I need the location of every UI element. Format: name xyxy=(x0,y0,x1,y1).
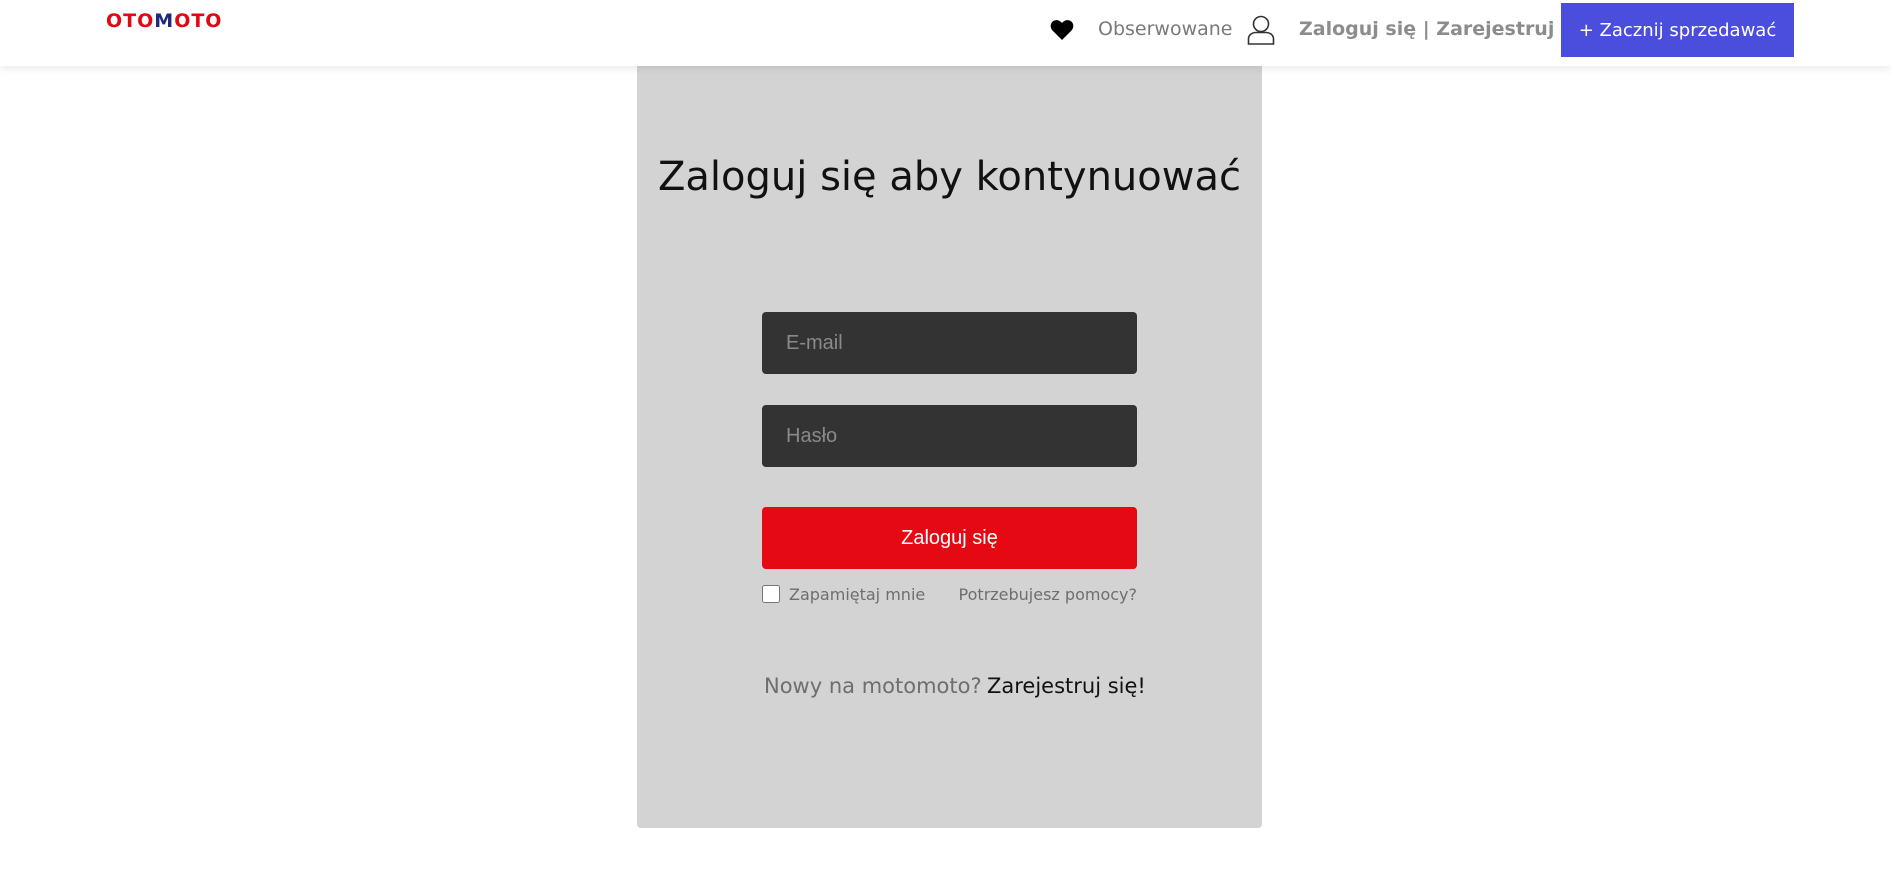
remember-me-checkbox[interactable] xyxy=(762,585,780,603)
login-button[interactable]: Zaloguj się xyxy=(762,507,1137,569)
help-link[interactable]: Potrzebujesz pomocy? xyxy=(955,585,1137,604)
otomoto-logo[interactable]: OTOMOTO xyxy=(106,10,222,32)
remember-me-label[interactable]: Zapamiętaj mnie xyxy=(789,585,925,604)
heart-icon[interactable] xyxy=(1050,19,1074,41)
login-register-link[interactable]: Zaloguj się | Zarejestruj się xyxy=(1299,18,1592,40)
new-user-text: Nowy na motomoto? xyxy=(764,674,982,698)
top-navbar: OTOMOTO Obserwowane Zaloguj się | Zareje… xyxy=(0,0,1892,66)
email-field[interactable] xyxy=(762,312,1137,374)
login-card: Zaloguj się aby kontynuować Zaloguj się … xyxy=(637,60,1262,828)
user-icon[interactable] xyxy=(1247,15,1275,45)
watched-link[interactable]: Obserwowane xyxy=(1098,18,1233,40)
logo-part-3: OTO xyxy=(174,10,223,32)
register-link[interactable]: Zarejestruj się! xyxy=(987,674,1146,698)
logo-part-1: OTO xyxy=(106,10,155,32)
logo-part-2: M xyxy=(154,10,175,32)
start-selling-button[interactable]: + Zacznij sprzedawać xyxy=(1561,3,1794,57)
password-field[interactable] xyxy=(762,405,1137,467)
login-title: Zaloguj się aby kontynuować xyxy=(658,154,1241,200)
